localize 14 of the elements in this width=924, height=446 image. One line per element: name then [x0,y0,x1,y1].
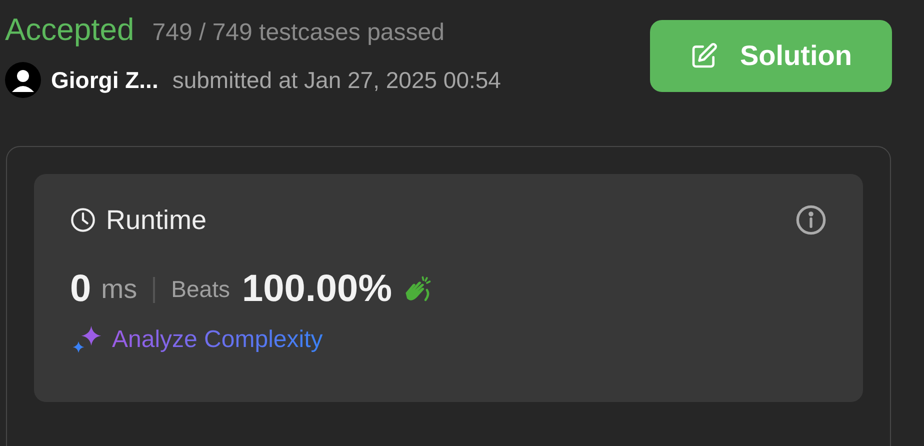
submitted-time: submitted at Jan 27, 2025 00:54 [172,66,501,94]
beats-value: 100.00% [242,268,392,311]
author-name[interactable]: Giorgi Z... [51,66,158,94]
solution-button[interactable]: Solution [650,20,892,92]
runtime-value: 0 [70,268,92,311]
runtime-unit: ms [101,274,138,305]
testcases-text: 749 / 749 testcases passed [152,19,444,47]
runtime-title: Runtime [106,204,207,236]
clock-icon [70,207,96,233]
edit-icon [690,42,718,70]
info-icon[interactable] [795,204,827,236]
avatar-icon [5,62,41,98]
beats-label: Beats [171,276,230,303]
status-text: Accepted [5,12,134,48]
